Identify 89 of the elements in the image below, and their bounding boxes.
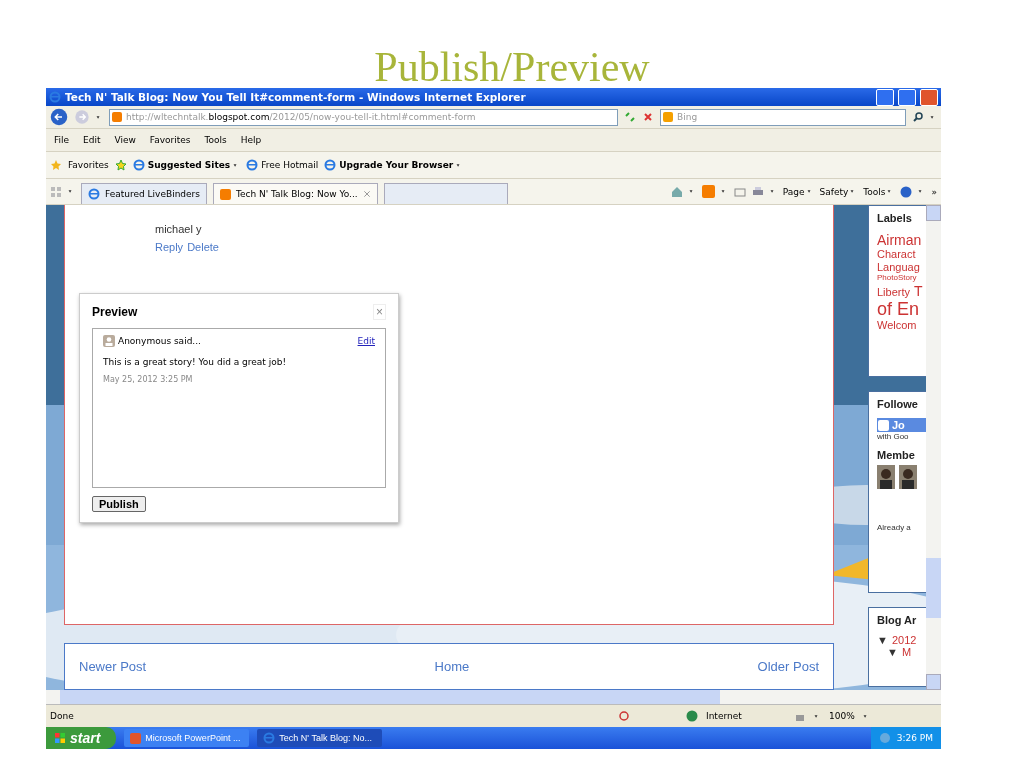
publish-button[interactable]: Publish (92, 496, 146, 512)
comment-author: michael y (155, 223, 203, 235)
label-link[interactable]: Welcom (877, 319, 917, 332)
close-icon[interactable] (362, 190, 371, 198)
vertical-scrollbar[interactable] (926, 205, 941, 690)
status-text: Done (50, 711, 75, 721)
browser-icon (49, 91, 61, 103)
command-menu[interactable]: Page (782, 186, 814, 197)
comment-link[interactable]: Delete (187, 241, 219, 253)
favorites-link[interactable]: Upgrade Your Browser (324, 159, 464, 171)
label-link[interactable]: Languag (877, 260, 920, 274)
slide-title: Publish/Preview (374, 43, 650, 88)
tab-grid-icon[interactable] (50, 185, 62, 198)
stop-icon[interactable] (642, 111, 654, 123)
favorites-button[interactable]: Favorites (68, 160, 109, 170)
feed-icon (701, 185, 715, 198)
dialog-title: Preview (92, 305, 138, 319)
browser-icon (324, 159, 337, 171)
command-menu[interactable]: Tools (863, 186, 895, 197)
edit-link[interactable]: Edit (357, 336, 375, 346)
star-icon (50, 159, 62, 171)
url-text: http://wltechntalk.blogspot.com/2012/05/now-you-tell-it.html#comment-form (126, 112, 476, 122)
close-button[interactable] (920, 88, 938, 106)
printer-icon[interactable] (751, 185, 764, 198)
label-link[interactable]: Charact (877, 248, 916, 261)
search-provider-icon (663, 112, 673, 122)
join-note: with Goo (877, 432, 910, 441)
menu-item[interactable]: Help (236, 135, 266, 145)
label-link[interactable]: of En (877, 298, 920, 320)
minimize-button[interactable] (876, 88, 894, 106)
more-button[interactable]: » (931, 186, 937, 197)
browser-icon (246, 159, 259, 171)
comment-link[interactable]: Reply (155, 241, 184, 253)
taskbar-button[interactable]: Microsoft PowerPoint ... (124, 729, 250, 747)
expand-toggle[interactable]: ▼ (887, 646, 898, 658)
card-title: Followe (877, 398, 919, 410)
member-avatar[interactable] (877, 465, 895, 489)
window-title: Tech N' Talk Blog: Now You Tell It#comment-form - Windows Internet Explorer (65, 91, 527, 103)
label-link[interactable]: Airman (877, 232, 922, 249)
archive-link[interactable]: M (901, 646, 912, 658)
card-title: Blog Ar (877, 614, 918, 626)
clock: 3:26 PM (896, 733, 933, 743)
menu-item[interactable]: Edit (79, 135, 105, 145)
browser-tab[interactable]: Featured LiveBinders (81, 183, 207, 204)
card-title: Labels (877, 212, 913, 224)
avatar-icon (103, 335, 115, 347)
newer-post-link[interactable]: Newer Post (79, 659, 147, 675)
archive-link[interactable]: 2012 (891, 634, 917, 646)
browser-icon (88, 188, 100, 200)
start-button[interactable]: start (46, 727, 117, 749)
favorites-link[interactable]: Free Hotmail (246, 159, 319, 171)
menu-item[interactable]: View (110, 135, 140, 145)
menu-item[interactable]: File (50, 135, 74, 145)
app-icon (130, 732, 142, 744)
label-link[interactable]: T (914, 282, 923, 299)
comment-timestamp: May 25, 2012 3:25 PM (103, 375, 194, 384)
menu-item[interactable]: Tools (200, 135, 231, 145)
site-icon (112, 112, 122, 122)
older-post-link[interactable]: Older Post (757, 659, 819, 675)
home-icon[interactable] (670, 185, 683, 198)
taskbar-button[interactable]: Tech N' Talk Blog: No... (257, 729, 383, 747)
command-menu[interactable]: Safety (819, 186, 858, 197)
favorites-link[interactable]: Suggested Sites (132, 159, 241, 171)
mail-icon[interactable] (733, 185, 746, 198)
zone-text: Internet (706, 711, 743, 721)
browser-tab[interactable]: Tech N' Talk Blog: Now Yo... (213, 183, 378, 204)
browser-icon (132, 159, 145, 171)
windows-logo-icon (54, 732, 66, 744)
expand-toggle[interactable]: ▼ (877, 634, 888, 646)
horizontal-scrollbar[interactable] (46, 690, 941, 704)
label-link[interactable]: PhotoStory (877, 273, 917, 283)
home-link[interactable]: Home (434, 659, 470, 675)
new-tab-button[interactable] (383, 183, 508, 204)
close-button[interactable]: × (373, 304, 386, 320)
browser-icon (263, 732, 276, 744)
add-favorite-icon (114, 159, 127, 171)
comment-text: This is a great story! You did a great job! (103, 357, 288, 367)
card-title: Membe (877, 449, 916, 461)
menu-item[interactable]: Favorites (145, 135, 195, 145)
site-icon (220, 188, 231, 200)
restore-button[interactable] (898, 88, 916, 106)
label-link[interactable]: Liberty (877, 285, 911, 299)
members-note: Already a (877, 523, 912, 532)
back-icon[interactable] (50, 108, 68, 126)
address-field[interactable]: http://wltechntalk.blogspot.com/2012/05/now-you-tell-it.html#comment-form (109, 108, 618, 126)
comment-author: Anonymous said... (118, 336, 201, 346)
member-avatar[interactable] (899, 465, 917, 489)
search-icon[interactable] (912, 111, 924, 123)
zoom-control[interactable]: 100% (829, 711, 855, 721)
